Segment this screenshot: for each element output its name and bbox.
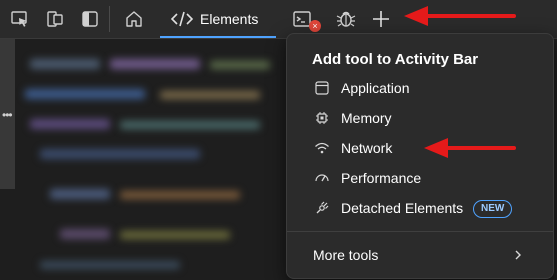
menu-item-label: Application bbox=[341, 80, 410, 96]
new-badge: NEW bbox=[473, 200, 513, 218]
detached-elements-icon bbox=[316, 201, 329, 214]
home-icon[interactable] bbox=[124, 9, 144, 29]
inspect-icon[interactable] bbox=[10, 9, 30, 29]
menu-item-label: Memory bbox=[341, 110, 392, 126]
device-emulation-icon[interactable] bbox=[45, 9, 65, 29]
annotation-arrow-network bbox=[424, 138, 516, 158]
annotation-arrow-top bbox=[404, 6, 516, 26]
menu-item-application[interactable]: Application bbox=[287, 74, 553, 102]
application-icon bbox=[315, 81, 329, 95]
bug-icon[interactable] bbox=[336, 9, 356, 29]
menu-divider bbox=[287, 231, 553, 232]
menu-item-performance[interactable]: Performance bbox=[287, 164, 553, 192]
menu-item-label: Detached Elements bbox=[341, 200, 464, 216]
wifi-icon bbox=[315, 142, 329, 154]
menu-item-label: Performance bbox=[341, 170, 422, 186]
menu-title: Add tool to Activity Bar bbox=[312, 51, 479, 68]
more-dots-icon[interactable]: ••• bbox=[2, 108, 13, 122]
more-tools-item[interactable]: More tools bbox=[287, 241, 553, 269]
menu-item-memory[interactable]: Memory bbox=[287, 104, 553, 132]
plus-icon[interactable] bbox=[371, 9, 391, 29]
close-badge-icon[interactable]: × bbox=[309, 20, 321, 32]
sidebar-toggle-icon[interactable] bbox=[80, 9, 100, 29]
active-tab-indicator bbox=[160, 36, 276, 38]
toolbar-divider bbox=[109, 6, 110, 32]
memory-chip-icon bbox=[316, 112, 328, 124]
menu-item-label: Network bbox=[341, 140, 393, 156]
tab-elements[interactable]: Elements bbox=[158, 0, 278, 38]
gauge-icon bbox=[315, 174, 329, 182]
chevron-right-icon bbox=[515, 250, 521, 260]
elements-code-icon bbox=[170, 11, 194, 27]
menu-item-detached-elements[interactable]: Detached Elements NEW bbox=[287, 194, 553, 222]
tab-elements-label: Elements bbox=[200, 11, 259, 27]
more-tools-label: More tools bbox=[313, 247, 379, 263]
